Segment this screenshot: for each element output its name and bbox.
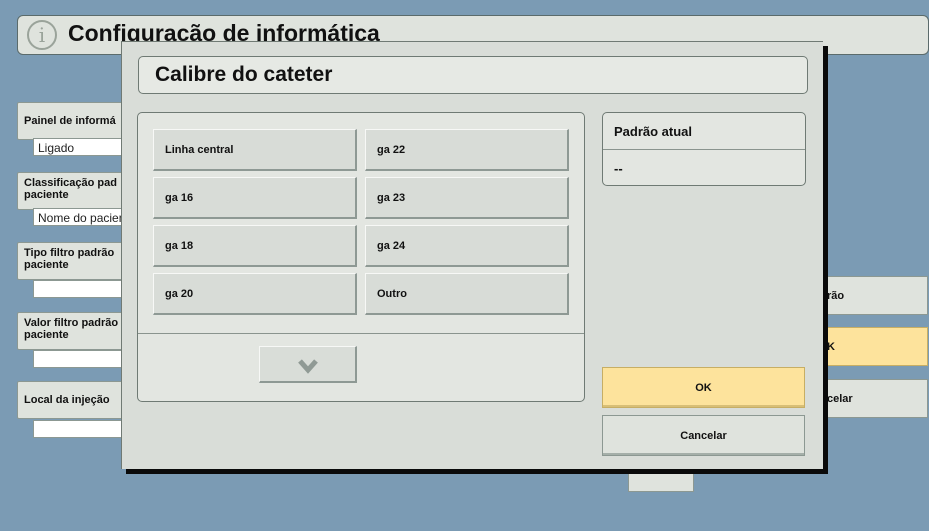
bg-field-informatics-panel: Ligado xyxy=(33,138,127,156)
ok-button-label: OK xyxy=(695,381,712,394)
option-central-line[interactable]: Linha central xyxy=(153,129,357,171)
bg-cancel-button[interactable]: celar xyxy=(818,379,928,418)
cancel-button[interactable]: Cancelar xyxy=(602,415,805,456)
list-divider xyxy=(138,333,584,334)
bg-field-filter-value xyxy=(33,350,127,368)
current-default-label: Padrão atual xyxy=(603,113,805,150)
bg-field-injection-site xyxy=(33,420,127,438)
option-ga-24[interactable]: ga 24 xyxy=(365,225,569,267)
bg-item-injection-site[interactable]: Local da injeção xyxy=(17,381,127,419)
bg-item-filter-type[interactable]: Tipo filtro padrão paciente xyxy=(17,242,127,280)
option-ga-20[interactable]: ga 20 xyxy=(153,273,357,315)
bg-item-label: Classificação pad paciente xyxy=(24,177,117,201)
chevron-down-icon xyxy=(298,359,318,374)
option-ga-23[interactable]: ga 23 xyxy=(365,177,569,219)
current-default-value: -- xyxy=(614,161,623,176)
bg-item-filter-value[interactable]: Valor filtro padrão paciente xyxy=(17,312,127,350)
bg-item-informatics-panel[interactable]: Painel de informá xyxy=(17,102,127,140)
bg-ok-button-label: K xyxy=(827,340,835,353)
option-ga-22[interactable]: ga 22 xyxy=(365,129,569,171)
current-default-box: Padrão atual -- xyxy=(602,112,806,186)
bg-item-patient-sort[interactable]: Classificação pad paciente xyxy=(17,172,127,210)
bg-field-patient-sort: Nome do pacient xyxy=(33,208,127,226)
cancel-button-label: Cancelar xyxy=(680,429,727,442)
bg-item-label: Valor filtro padrão paciente xyxy=(24,317,119,341)
bg-item-label: Local da injeção xyxy=(24,394,110,406)
option-other[interactable]: Outro xyxy=(365,273,569,315)
dialog-title: Calibre do cateter xyxy=(138,56,808,94)
bg-default-button-label: rão xyxy=(827,289,845,302)
bg-default-button[interactable]: rão xyxy=(818,276,928,315)
bg-ok-button[interactable]: K xyxy=(818,327,928,366)
bg-cancel-button-label: celar xyxy=(827,392,853,405)
scroll-down-button[interactable] xyxy=(259,346,357,383)
catheter-gauge-dialog: Calibre do cateter Linha central ga 22 g… xyxy=(121,41,823,469)
gauge-options-panel: Linha central ga 22 ga 16 ga 23 ga 18 ga… xyxy=(137,112,585,402)
option-ga-16[interactable]: ga 16 xyxy=(153,177,357,219)
bg-field-filter-type xyxy=(33,280,127,298)
ok-button[interactable]: OK xyxy=(602,367,805,408)
option-ga-18[interactable]: ga 18 xyxy=(153,225,357,267)
bg-item-label: Tipo filtro padrão paciente xyxy=(24,247,115,271)
bg-item-label: Painel de informá xyxy=(24,115,116,127)
info-icon: i xyxy=(27,20,57,50)
